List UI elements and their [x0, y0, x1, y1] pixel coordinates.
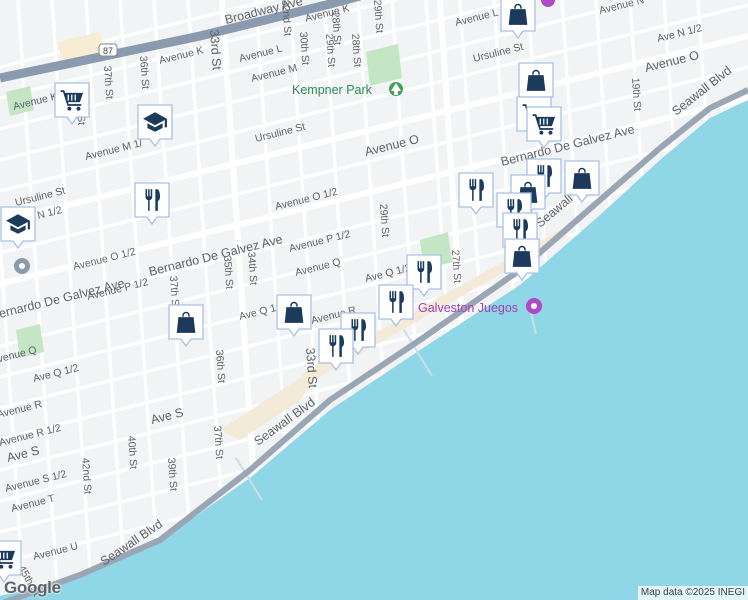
- label-st-37: 37th St: [101, 65, 115, 99]
- label-st-28: 28th St: [349, 33, 363, 67]
- map-attribution: Map data ©2025 INEGI: [637, 586, 748, 600]
- label-st-33: 33rd St: [207, 29, 224, 71]
- label-st-29-b: 29th St: [377, 203, 391, 237]
- svg-text:87: 87: [103, 46, 113, 56]
- place-icon-left[interactable]: [14, 258, 30, 274]
- label-st-42: 42nd St: [79, 457, 94, 494]
- park-icon: [389, 82, 403, 96]
- label-st-35: 35th St: [221, 255, 235, 289]
- label-st-36: 36th St: [137, 55, 151, 89]
- galveston-juegos-place-icon[interactable]: [526, 298, 542, 314]
- label-st-27: 27th St: [449, 249, 463, 283]
- label-st-36-b: 36th St: [213, 349, 227, 383]
- label-kempner-park: Kempner Park: [292, 83, 373, 97]
- google-logo: Google: [4, 578, 61, 597]
- label-st-29-c: 29th St: [323, 33, 337, 67]
- map-canvas[interactable]: 87 Broadway Ave Avenue K Avenue K Avenue…: [0, 0, 748, 600]
- hwy-87-shield: 87: [98, 43, 118, 57]
- label-st-30: 30th St: [297, 31, 311, 65]
- label-st-32: 32nd St: [279, 0, 294, 36]
- label-st-37-c: 37th St: [211, 425, 225, 459]
- label-st-19: 19th St: [629, 77, 643, 111]
- label-st-29: 29th St: [371, 0, 385, 33]
- label-st-40: 40th St: [125, 435, 139, 469]
- label-galveston-juegos: Galveston Juegos: [418, 301, 518, 315]
- label-st-34: 34th St: [245, 251, 259, 285]
- label-st-33-b: 33rd St: [303, 347, 320, 389]
- label-st-39: 39th St: [165, 457, 179, 491]
